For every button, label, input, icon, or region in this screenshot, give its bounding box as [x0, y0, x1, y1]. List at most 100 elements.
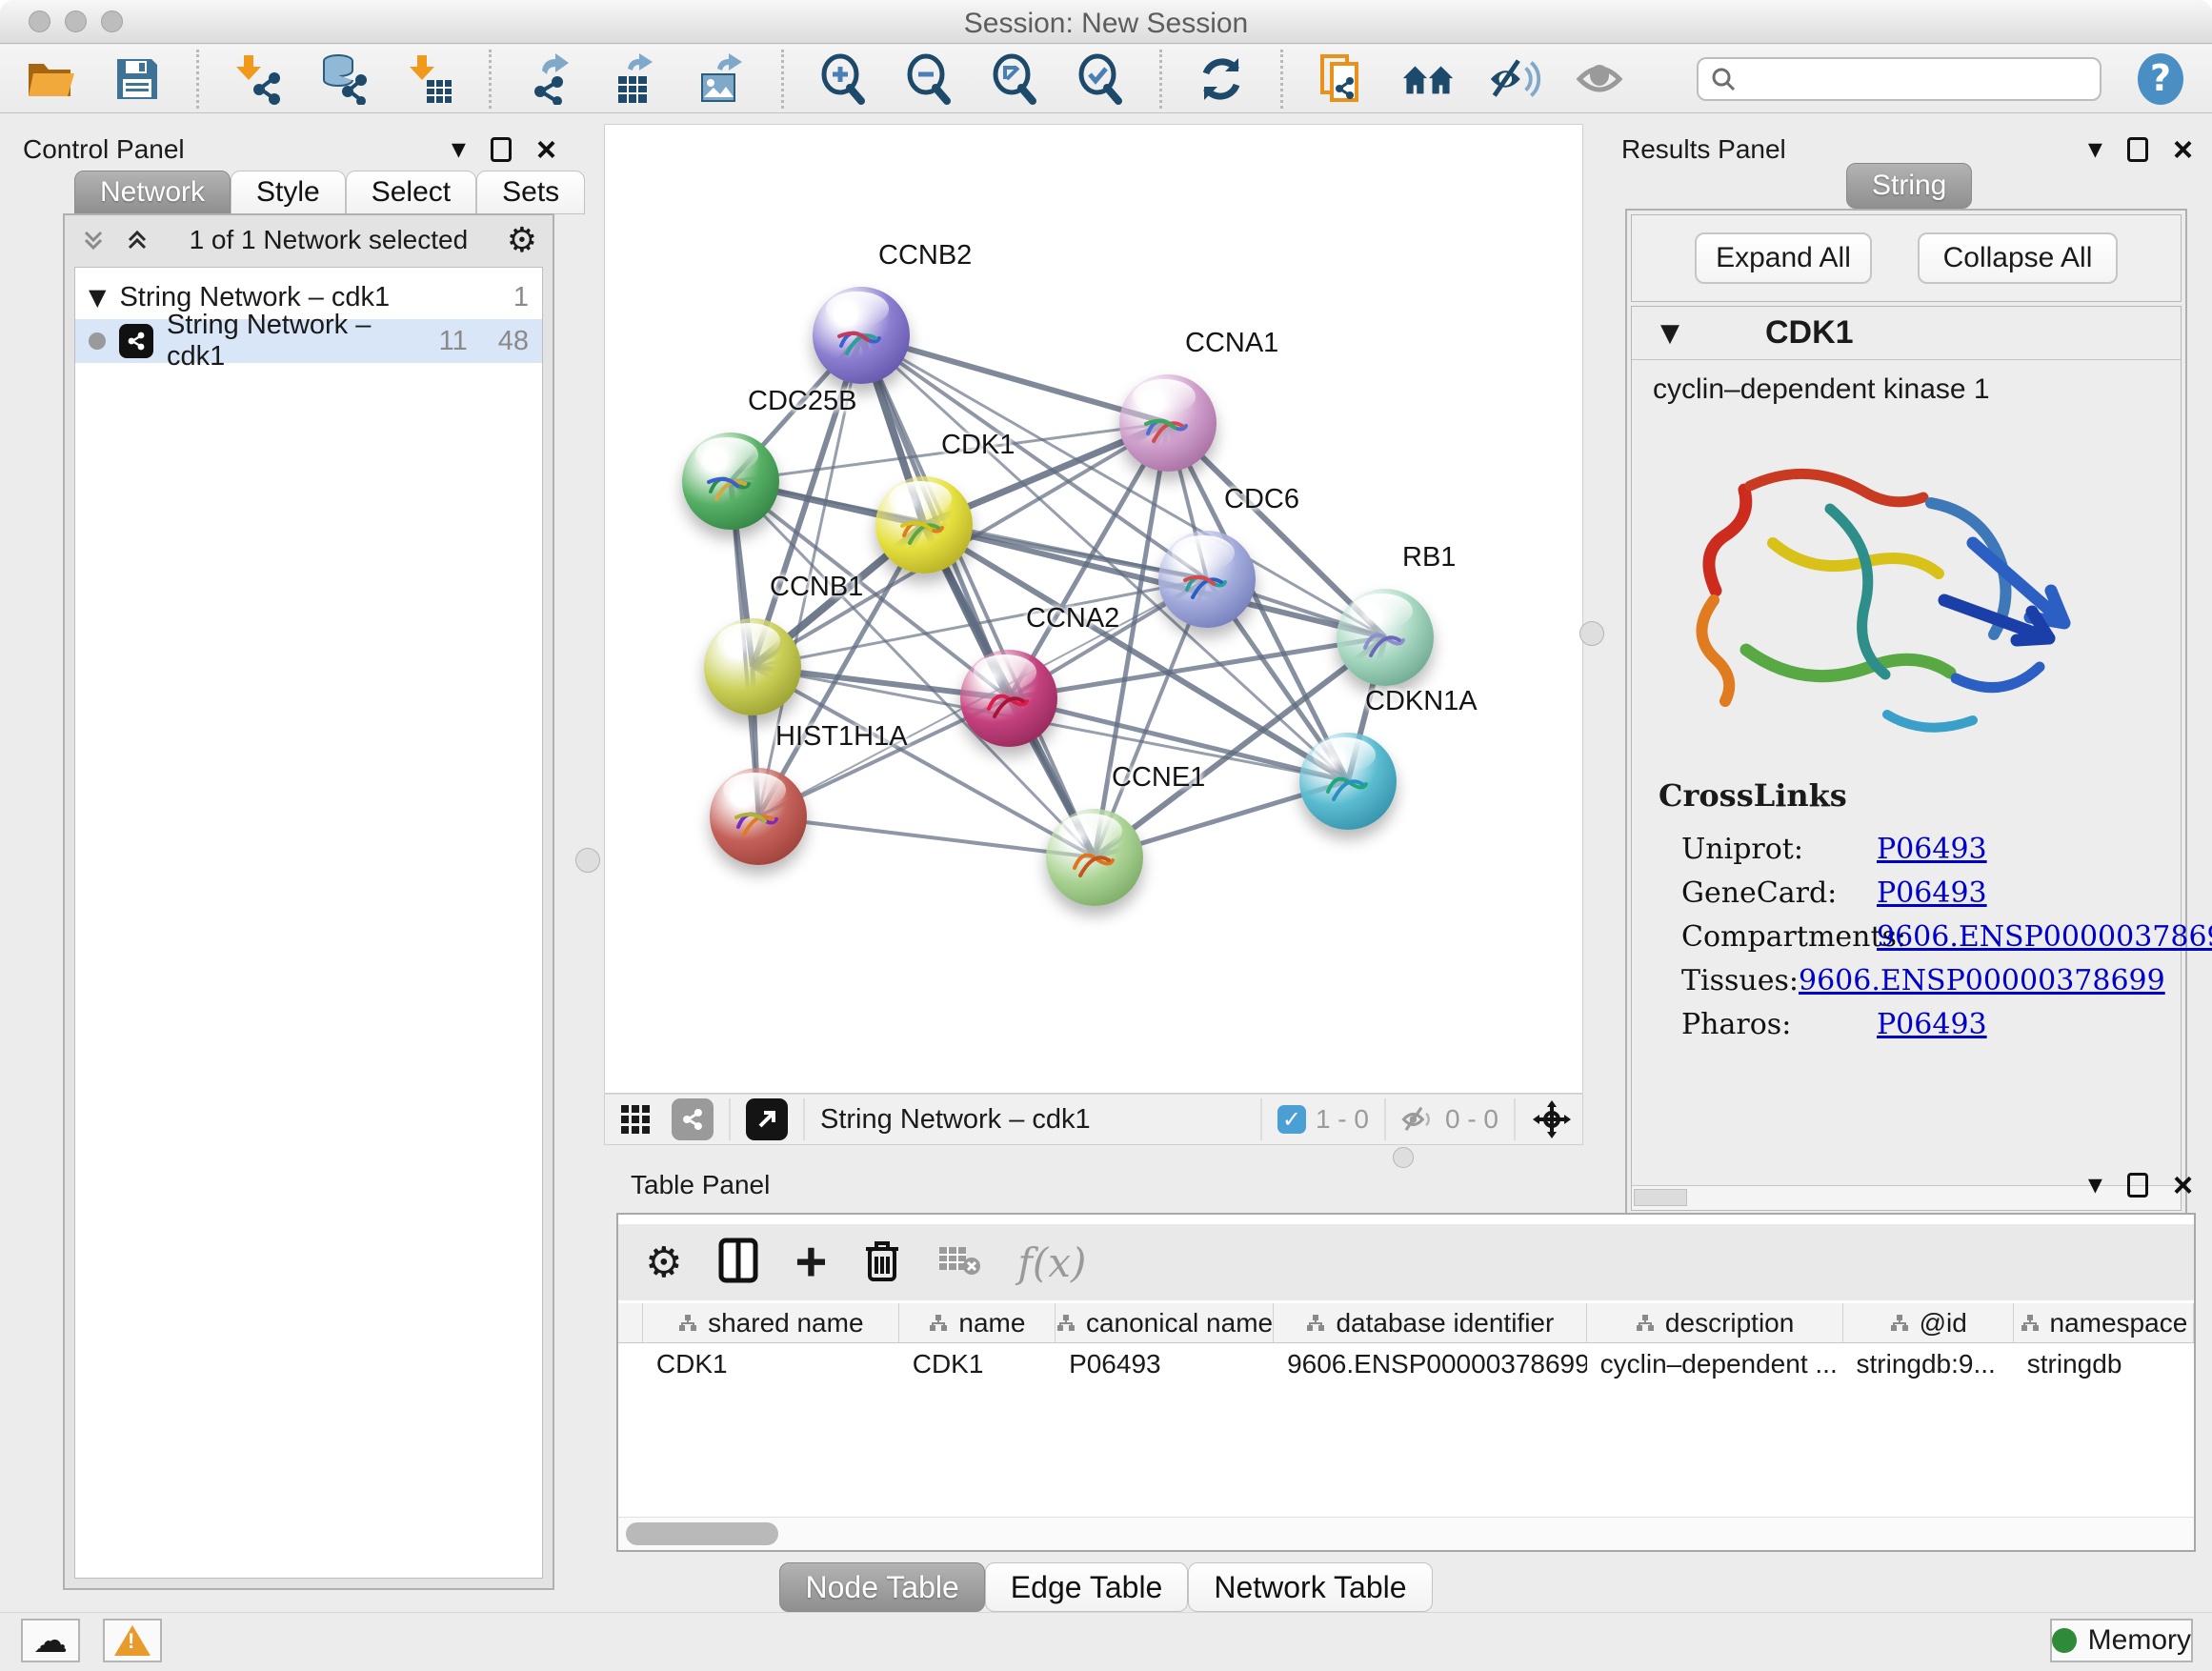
open-in-window-icon[interactable]	[746, 1098, 788, 1140]
tab-sets[interactable]: Sets	[476, 171, 585, 214]
network-status-dot-icon	[89, 332, 106, 350]
crosslink-link[interactable]: P06493	[1877, 876, 1987, 910]
hide-selected-eye-icon[interactable]	[1487, 52, 1540, 106]
table-cell: stringdb	[2014, 1343, 2194, 1385]
edge-count: 48	[498, 326, 529, 357]
table-row[interactable]: CDK1CDK1P064939606.ENSP00000378699cyclin…	[618, 1343, 2194, 1385]
network-node-CCNB1[interactable]	[704, 618, 801, 715]
expand-all-chevron-icon[interactable]	[124, 227, 151, 253]
crosslink-link[interactable]: P06493	[1877, 1008, 1987, 1041]
column-header-description[interactable]: description	[1587, 1303, 1843, 1342]
delete-table-icon[interactable]	[937, 1243, 981, 1282]
panel-close-icon[interactable]: ×	[2173, 1173, 2193, 1198]
column-header-database-identifier[interactable]: database identifier	[1274, 1303, 1587, 1342]
network-view-title: String Network – cdk1	[820, 1104, 1245, 1136]
zoom-fit-icon[interactable]	[988, 52, 1041, 106]
show-columns-icon[interactable]	[718, 1238, 758, 1288]
delete-column-trash-icon[interactable]	[863, 1238, 901, 1288]
network-node-RB1[interactable]	[1337, 589, 1434, 686]
collapse-all-button[interactable]: Collapse All	[1918, 232, 2118, 284]
crosslink-link[interactable]: P06493	[1877, 833, 1987, 866]
cloud-status-button[interactable]: ☁	[21, 1619, 80, 1662]
zoom-selected-icon[interactable]	[1074, 52, 1127, 106]
tab-style[interactable]: Style	[231, 171, 346, 214]
network-node-HIST1H1A[interactable]	[710, 768, 807, 865]
tab-node-table[interactable]: Node Table	[779, 1562, 984, 1612]
export-table-icon[interactable]	[610, 52, 663, 106]
duplicate-network-icon[interactable]	[1316, 52, 1369, 106]
export-image-icon[interactable]	[695, 52, 749, 106]
network-node-CCNA2[interactable]	[960, 650, 1057, 747]
panel-close-icon[interactable]: ×	[2173, 137, 2193, 162]
first-neighbors-icon[interactable]	[1401, 52, 1455, 106]
network-node-CDK1[interactable]	[875, 476, 973, 574]
expand-all-button[interactable]: Expand All	[1695, 232, 1872, 284]
network-node-CDC25B[interactable]	[682, 433, 779, 530]
string-share-icon[interactable]	[672, 1098, 714, 1140]
table-options-gear-icon[interactable]: ⚙	[645, 1238, 682, 1287]
table-cell: CDK1	[899, 1343, 1056, 1385]
table-cell: cyclin–dependent ...	[1587, 1343, 1843, 1385]
crosslinks-heading: CrossLinks	[1659, 777, 2154, 814]
warnings-button[interactable]	[103, 1619, 162, 1662]
panel-float-icon[interactable]	[491, 137, 512, 162]
tab-network-table[interactable]: Network Table	[1188, 1562, 1432, 1612]
pan-crosshair-icon[interactable]	[1531, 1098, 1573, 1140]
node-label-CDC6: CDC6	[1224, 484, 1299, 515]
panel-dropdown-icon[interactable]: ▾	[2088, 1168, 2102, 1201]
column-header-shared-name[interactable]: shared name	[643, 1303, 899, 1342]
network-node-CCNB2[interactable]	[813, 287, 910, 384]
help-icon[interactable]: ?	[2134, 52, 2187, 106]
save-session-icon[interactable]	[111, 52, 164, 106]
network-node-CCNE1[interactable]	[1046, 809, 1143, 906]
table-hscrollbar[interactable]	[618, 1517, 2194, 1550]
panel-dropdown-icon[interactable]: ▾	[452, 132, 466, 166]
tab-edge-table[interactable]: Edge Table	[985, 1562, 1189, 1612]
table-panel-title: Table Panel	[631, 1170, 770, 1200]
open-session-icon[interactable]	[25, 52, 78, 106]
column-header-namespace[interactable]: namespace	[2014, 1303, 2194, 1342]
import-network-file-icon[interactable]	[231, 52, 285, 106]
left-splitter-handle[interactable]	[575, 848, 600, 873]
birdseye-grid-icon[interactable]	[614, 1098, 656, 1140]
network-node-CCNA1[interactable]	[1119, 374, 1217, 472]
node-label-CDKN1A: CDKN1A	[1365, 686, 1478, 717]
function-builder-icon[interactable]: f(x)	[1017, 1239, 1086, 1286]
warning-icon	[114, 1625, 151, 1656]
panel-close-icon[interactable]: ×	[536, 137, 556, 162]
node-label-RB1: RB1	[1402, 542, 1456, 574]
import-network-database-icon[interactable]	[317, 52, 371, 106]
memory-button[interactable]: Memory	[2050, 1619, 2193, 1662]
node-label-HIST1H1A: HIST1H1A	[775, 721, 908, 753]
selected-checkbox-icon[interactable]: ✓	[1277, 1105, 1306, 1134]
tab-network[interactable]: Network	[74, 171, 231, 214]
column-header-name[interactable]: name	[899, 1303, 1056, 1342]
toolbar-search-input[interactable]	[1697, 57, 2101, 101]
panel-dropdown-icon[interactable]: ▾	[2088, 132, 2102, 166]
network-node-CDC6[interactable]	[1158, 531, 1256, 628]
refresh-layout-icon[interactable]	[1195, 52, 1248, 106]
main-toolbar: ?	[0, 45, 2212, 113]
tree-expand-icon[interactable]: ▼	[89, 284, 106, 311]
zoom-out-icon[interactable]	[902, 52, 955, 106]
export-network-icon[interactable]	[524, 52, 577, 106]
crosslink-link[interactable]: 9606.ENSP00000378699	[1877, 920, 2212, 954]
tab-string[interactable]: String	[1846, 163, 1972, 209]
network-node-CDKN1A[interactable]	[1299, 733, 1397, 830]
panel-float-icon[interactable]	[2127, 1173, 2148, 1198]
network-options-gear-icon[interactable]: ⚙	[507, 221, 537, 260]
column-header-@id[interactable]: @id	[1843, 1303, 2014, 1342]
tab-select[interactable]: Select	[346, 171, 476, 214]
column-header-canonical-name[interactable]: canonical name	[1056, 1303, 1274, 1342]
create-column-plus-icon[interactable]: +	[794, 1243, 827, 1281]
show-all-eye-icon[interactable]	[1573, 52, 1626, 106]
panel-float-icon[interactable]	[2127, 137, 2148, 162]
network-row[interactable]: String Network – cdk1 11 48	[75, 319, 542, 363]
zoom-in-icon[interactable]	[816, 52, 870, 106]
import-table-file-icon[interactable]	[403, 52, 456, 106]
column-type-icon	[928, 1313, 949, 1334]
protein-expand-icon[interactable]: ▼	[1660, 319, 1679, 348]
crosslink-link[interactable]: 9606.ENSP00000378699	[1799, 964, 2165, 997]
collapse-all-chevron-icon[interactable]	[80, 227, 107, 253]
network-view-canvas[interactable]: CCNB2CCNA1CDC25BCDK1CDC6RB1CCNB1CCNA2CDK…	[604, 124, 1583, 1094]
